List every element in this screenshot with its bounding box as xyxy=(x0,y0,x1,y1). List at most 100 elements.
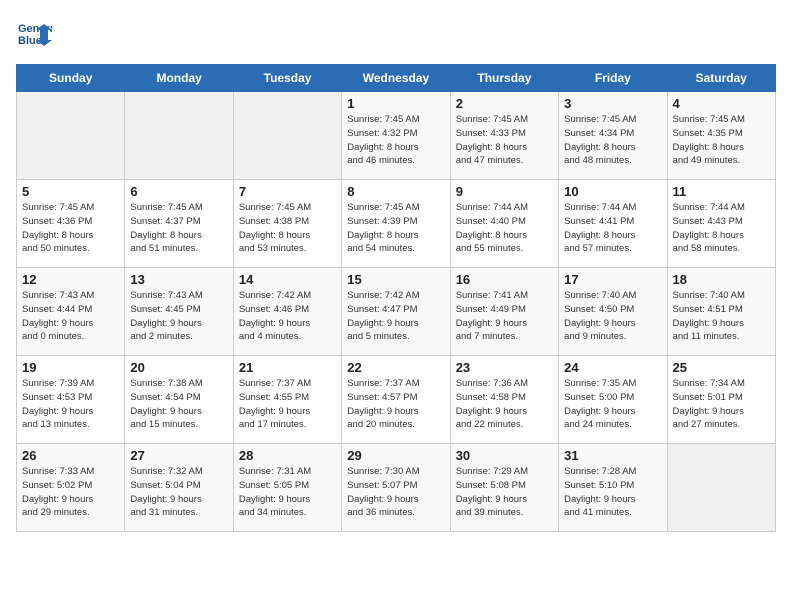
calendar-cell: 8 Sunrise: 7:45 AM Sunset: 4:39 PM Daylig… xyxy=(342,180,450,268)
calendar-cell: 18Sunrise: 7:40 AM Sunset: 4:51 PM Dayli… xyxy=(667,268,775,356)
day-info: Sunrise: 7:41 AM Sunset: 4:49 PM Dayligh… xyxy=(456,289,553,344)
day-info: Sunrise: 7:30 AM Sunset: 5:07 PM Dayligh… xyxy=(347,465,444,520)
day-number: 25 xyxy=(673,360,770,375)
day-number: 19 xyxy=(22,360,119,375)
day-info: Sunrise: 7:42 AM Sunset: 4:47 PM Dayligh… xyxy=(347,289,444,344)
day-number: 9 xyxy=(456,184,553,199)
day-number: 22 xyxy=(347,360,444,375)
day-info: Sunrise: 7:45 AM Sunset: 4:32 PM Dayligh… xyxy=(347,113,444,168)
day-info: Sunrise: 7:37 AM Sunset: 4:57 PM Dayligh… xyxy=(347,377,444,432)
day-info: Sunrise: 7:38 AM Sunset: 4:54 PM Dayligh… xyxy=(130,377,227,432)
calendar-cell: 6 Sunrise: 7:45 AM Sunset: 4:37 PM Daylig… xyxy=(125,180,233,268)
day-info: Sunrise: 7:45 AM Sunset: 4:37 PM Dayligh… xyxy=(130,201,227,256)
day-info: Sunrise: 7:35 AM Sunset: 5:00 PM Dayligh… xyxy=(564,377,661,432)
calendar-cell: 30 Sunrise: 7:29 AM Sunset: 5:08 PM Dayli… xyxy=(450,444,558,532)
calendar-cell: 1 Sunrise: 7:45 AM Sunset: 4:32 PM Daylig… xyxy=(342,92,450,180)
day-number: 31 xyxy=(564,448,661,463)
day-info: Sunrise: 7:29 AM Sunset: 5:08 PM Dayligh… xyxy=(456,465,553,520)
calendar-week-2: 5 Sunrise: 7:45 AM Sunset: 4:36 PM Daylig… xyxy=(17,180,776,268)
day-number: 17 xyxy=(564,272,661,287)
weekday-header-sunday: Sunday xyxy=(17,65,125,92)
day-number: 28 xyxy=(239,448,336,463)
calendar-header: SundayMondayTuesdayWednesdayThursdayFrid… xyxy=(17,65,776,92)
logo: General Blue xyxy=(16,16,56,52)
day-info: Sunrise: 7:32 AM Sunset: 5:04 PM Dayligh… xyxy=(130,465,227,520)
day-number: 21 xyxy=(239,360,336,375)
calendar-cell: 27 Sunrise: 7:32 AM Sunset: 5:04 PM Dayli… xyxy=(125,444,233,532)
calendar-week-1: 1 Sunrise: 7:45 AM Sunset: 4:32 PM Daylig… xyxy=(17,92,776,180)
calendar-cell: 21 Sunrise: 7:37 AM Sunset: 4:55 PM Dayli… xyxy=(233,356,341,444)
calendar-cell: 25 Sunrise: 7:34 AM Sunset: 5:01 PM Dayli… xyxy=(667,356,775,444)
day-info: Sunrise: 7:34 AM Sunset: 5:01 PM Dayligh… xyxy=(673,377,770,432)
day-number: 6 xyxy=(130,184,227,199)
day-number: 27 xyxy=(130,448,227,463)
day-info: Sunrise: 7:40 AM Sunset: 4:50 PM Dayligh… xyxy=(564,289,661,344)
day-number: 5 xyxy=(22,184,119,199)
day-number: 15 xyxy=(347,272,444,287)
calendar-cell: 22 Sunrise: 7:37 AM Sunset: 4:57 PM Dayli… xyxy=(342,356,450,444)
calendar-cell: 4 Sunrise: 7:45 AM Sunset: 4:35 PM Daylig… xyxy=(667,92,775,180)
weekday-header-friday: Friday xyxy=(559,65,667,92)
day-number: 16 xyxy=(456,272,553,287)
day-number: 26 xyxy=(22,448,119,463)
calendar-cell: 28 Sunrise: 7:31 AM Sunset: 5:05 PM Dayli… xyxy=(233,444,341,532)
calendar-cell: 24 Sunrise: 7:35 AM Sunset: 5:00 PM Dayli… xyxy=(559,356,667,444)
day-info: Sunrise: 7:45 AM Sunset: 4:34 PM Dayligh… xyxy=(564,113,661,168)
day-number: 13 xyxy=(130,272,227,287)
day-number: 30 xyxy=(456,448,553,463)
day-info: Sunrise: 7:43 AM Sunset: 4:44 PM Dayligh… xyxy=(22,289,119,344)
calendar-week-3: 12Sunrise: 7:43 AM Sunset: 4:44 PM Dayli… xyxy=(17,268,776,356)
calendar-cell: 5 Sunrise: 7:45 AM Sunset: 4:36 PM Daylig… xyxy=(17,180,125,268)
calendar-cell: 26Sunrise: 7:33 AM Sunset: 5:02 PM Dayli… xyxy=(17,444,125,532)
calendar-cell: 3 Sunrise: 7:45 AM Sunset: 4:34 PM Daylig… xyxy=(559,92,667,180)
day-info: Sunrise: 7:43 AM Sunset: 4:45 PM Dayligh… xyxy=(130,289,227,344)
calendar-cell: 19 Sunrise: 7:39 AM Sunset: 4:53 PM Dayli… xyxy=(17,356,125,444)
calendar-cell xyxy=(667,444,775,532)
day-info: Sunrise: 7:45 AM Sunset: 4:35 PM Dayligh… xyxy=(673,113,770,168)
calendar-cell: 14 Sunrise: 7:42 AM Sunset: 4:46 PM Dayli… xyxy=(233,268,341,356)
calendar-cell xyxy=(233,92,341,180)
day-number: 1 xyxy=(347,96,444,111)
weekday-header-monday: Monday xyxy=(125,65,233,92)
day-number: 4 xyxy=(673,96,770,111)
day-info: Sunrise: 7:45 AM Sunset: 4:39 PM Dayligh… xyxy=(347,201,444,256)
day-info: Sunrise: 7:28 AM Sunset: 5:10 PM Dayligh… xyxy=(564,465,661,520)
calendar-cell: 29Sunrise: 7:30 AM Sunset: 5:07 PM Dayli… xyxy=(342,444,450,532)
day-number: 14 xyxy=(239,272,336,287)
calendar-cell xyxy=(17,92,125,180)
day-info: Sunrise: 7:44 AM Sunset: 4:41 PM Dayligh… xyxy=(564,201,661,256)
day-info: Sunrise: 7:44 AM Sunset: 4:43 PM Dayligh… xyxy=(673,201,770,256)
calendar-cell: 2 Sunrise: 7:45 AM Sunset: 4:33 PM Daylig… xyxy=(450,92,558,180)
day-info: Sunrise: 7:39 AM Sunset: 4:53 PM Dayligh… xyxy=(22,377,119,432)
day-info: Sunrise: 7:42 AM Sunset: 4:46 PM Dayligh… xyxy=(239,289,336,344)
calendar-cell: 11 Sunrise: 7:44 AM Sunset: 4:43 PM Dayli… xyxy=(667,180,775,268)
weekday-header-wednesday: Wednesday xyxy=(342,65,450,92)
day-number: 11 xyxy=(673,184,770,199)
calendar-cell: 16 Sunrise: 7:41 AM Sunset: 4:49 PM Dayli… xyxy=(450,268,558,356)
day-number: 3 xyxy=(564,96,661,111)
calendar-cell: 31 Sunrise: 7:28 AM Sunset: 5:10 PM Dayli… xyxy=(559,444,667,532)
day-info: Sunrise: 7:40 AM Sunset: 4:51 PM Dayligh… xyxy=(673,289,770,344)
day-number: 10 xyxy=(564,184,661,199)
logo-icon: General Blue xyxy=(16,16,52,52)
weekday-header-saturday: Saturday xyxy=(667,65,775,92)
calendar-cell: 12Sunrise: 7:43 AM Sunset: 4:44 PM Dayli… xyxy=(17,268,125,356)
weekday-header-tuesday: Tuesday xyxy=(233,65,341,92)
day-number: 8 xyxy=(347,184,444,199)
day-info: Sunrise: 7:45 AM Sunset: 4:36 PM Dayligh… xyxy=(22,201,119,256)
calendar-cell: 20Sunrise: 7:38 AM Sunset: 4:54 PM Dayli… xyxy=(125,356,233,444)
calendar-week-4: 19 Sunrise: 7:39 AM Sunset: 4:53 PM Dayli… xyxy=(17,356,776,444)
day-number: 24 xyxy=(564,360,661,375)
day-info: Sunrise: 7:31 AM Sunset: 5:05 PM Dayligh… xyxy=(239,465,336,520)
day-number: 2 xyxy=(456,96,553,111)
calendar-cell: 10 Sunrise: 7:44 AM Sunset: 4:41 PM Dayli… xyxy=(559,180,667,268)
day-info: Sunrise: 7:45 AM Sunset: 4:33 PM Dayligh… xyxy=(456,113,553,168)
day-info: Sunrise: 7:37 AM Sunset: 4:55 PM Dayligh… xyxy=(239,377,336,432)
day-number: 7 xyxy=(239,184,336,199)
day-info: Sunrise: 7:36 AM Sunset: 4:58 PM Dayligh… xyxy=(456,377,553,432)
calendar-cell: 13 Sunrise: 7:43 AM Sunset: 4:45 PM Dayli… xyxy=(125,268,233,356)
page-header: General Blue xyxy=(16,16,776,52)
calendar-week-5: 26Sunrise: 7:33 AM Sunset: 5:02 PM Dayli… xyxy=(17,444,776,532)
calendar-cell xyxy=(125,92,233,180)
calendar-cell: 9Sunrise: 7:44 AM Sunset: 4:40 PM Daylig… xyxy=(450,180,558,268)
